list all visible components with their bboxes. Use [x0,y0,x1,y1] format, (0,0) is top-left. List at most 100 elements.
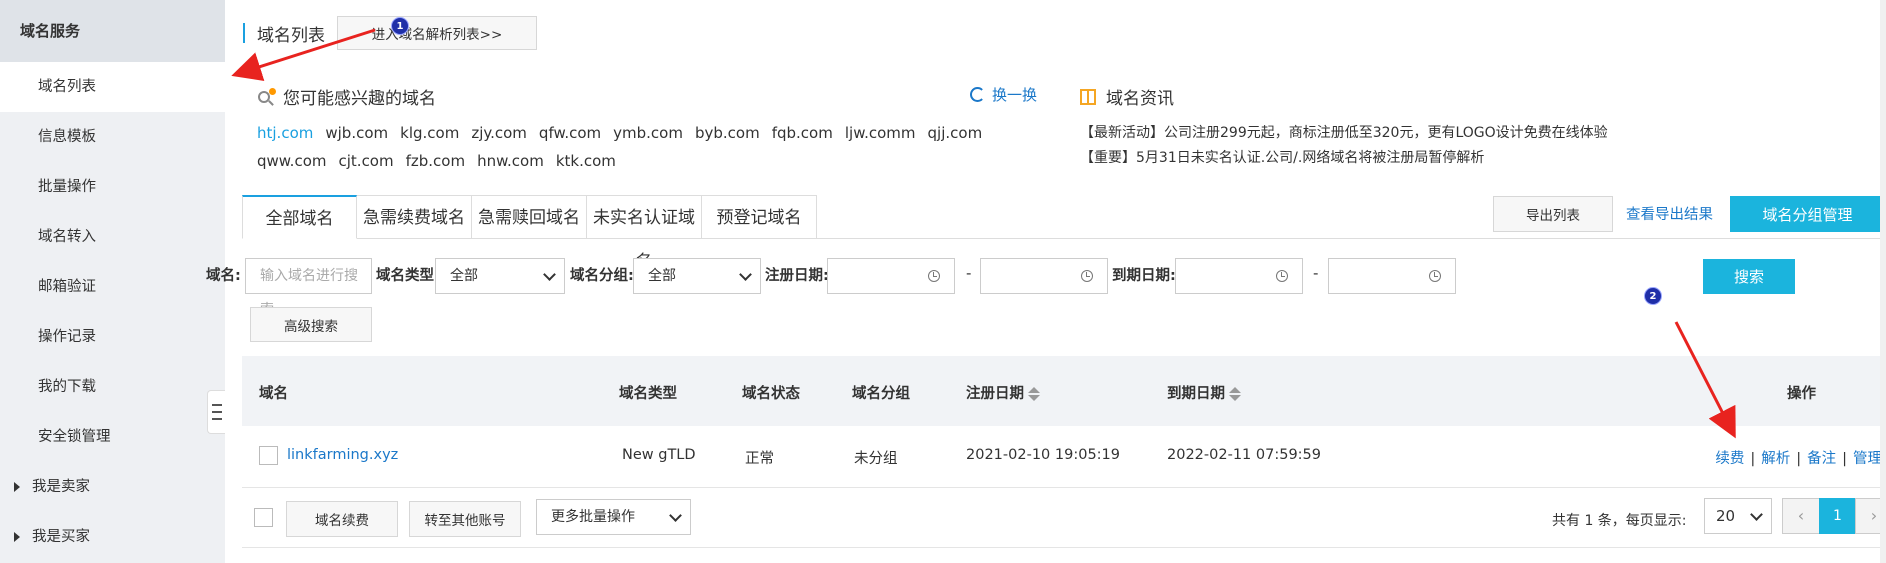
reg-date-start-input[interactable] [827,258,955,294]
news-item[interactable]: 【最新活动】公司注册299元起，商标注册低至320元，更有LOGO设计免费在线体… [1080,121,1780,146]
caret-right-icon [14,482,20,492]
clock-icon [1429,270,1441,282]
domain-group-cell: 未分组 [854,451,898,467]
select-all-checkbox[interactable] [254,508,273,527]
news-item[interactable]: 【重要】5月31日未实名认证.公司/.网络域名将被注册局暂停解析 [1080,146,1780,171]
chevron-down-icon [669,509,682,522]
sidebar-item-buyer[interactable]: 我是买家 [0,512,225,562]
suggest-domain-link[interactable]: qjj.com [928,121,983,145]
reg-date-cell: 2021-02-10 19:05:19 [966,447,1120,463]
tab-preregister[interactable]: 预登记域名 [702,195,817,239]
prev-page-button[interactable]: ‹ [1782,498,1820,534]
advanced-search-button[interactable]: 高级搜索 [250,307,372,342]
suggest-domain-link[interactable]: byb.com [695,121,760,145]
sidebar: 域名服务 域名列表 信息模板 批量操作 域名转入 邮箱验证 操作记录 我的下载 … [0,0,225,563]
page-scrollbar[interactable] [1880,0,1886,563]
clock-icon [1081,270,1093,282]
swap-label: 换一换 [991,86,1037,104]
goto-dns-list-button[interactable]: 进入域名解析列表>> [337,16,537,50]
annotation-badge-2: 2 [1644,287,1662,305]
col-exp-date-label: 到期日期 [1167,386,1225,402]
sidebar-item-info-template[interactable]: 信息模板 [0,112,225,162]
dns-resolve-link[interactable]: 解析 [1761,451,1790,467]
tab-all-domains[interactable]: 全部域名 [242,195,357,239]
sidebar-header: 域名服务 [0,0,225,62]
domain-filter-label: 域名: [206,268,241,284]
tab-unverified[interactable]: 未实名认证域名 [587,195,702,272]
suggest-domain-link[interactable]: fzb.com [406,149,465,173]
exp-date-label: 到期日期: [1112,268,1176,284]
sidebar-collapse-handle-icon[interactable] [207,390,225,434]
domain-type-value: 全部 [450,268,478,284]
suggest-domain-link[interactable]: klg.com [400,121,459,145]
suggest-domain-link[interactable]: htj.com [257,121,313,145]
domain-group-value: 全部 [648,268,676,284]
suggest-domain-link[interactable]: qww.com [257,149,327,173]
domain-type-label: 域名类型: [376,268,440,284]
suggest-domain-list: htj.com wjb.com klg.com zjy.com qfw.com … [257,121,1017,173]
suggest-domain-link[interactable]: qfw.com [539,121,601,145]
sort-icon[interactable] [1229,387,1241,401]
col-domain: 域名 [259,386,288,402]
batch-renew-button[interactable]: 域名续费 [286,501,398,537]
suggest-domain-link[interactable]: fqb.com [772,121,833,145]
domain-group-label: 域名分组: [570,268,634,284]
suggest-domain-link[interactable]: ymb.com [613,121,683,145]
export-list-button[interactable]: 导出列表 [1493,196,1613,232]
suggest-domain-link[interactable]: zjy.com [471,121,527,145]
exp-date-start-input[interactable] [1175,258,1303,294]
sidebar-item-domain-list[interactable]: 域名列表 [0,62,225,112]
news-header: 域名资讯 [1080,84,1780,109]
transfer-account-button[interactable]: 转至其他账号 [409,501,521,537]
col-status: 域名状态 [742,386,800,402]
suggest-domain-link[interactable]: ljw.comm [845,121,916,145]
page-number-current[interactable]: 1 [1819,498,1856,534]
table-footer: 域名续费 转至其他账号 更多批量操作 共有 1 条，每页显示: 20 ‹ 1 › [242,488,1886,548]
suggest-domain-link[interactable]: wjb.com [325,121,388,145]
exp-date-end-input[interactable] [1328,258,1456,294]
sidebar-item-downloads[interactable]: 我的下载 [0,362,225,412]
domain-group-select[interactable]: 全部 [633,258,761,294]
page-info: 共有 1 条，每页显示: [1552,513,1687,529]
sidebar-item-op-log[interactable]: 操作记录 [0,312,225,362]
renew-link[interactable]: 续费 [1715,451,1744,467]
more-batch-select[interactable]: 更多批量操作 [536,499,691,535]
sidebar-item-domain-transfer[interactable]: 域名转入 [0,212,225,262]
clock-icon [928,270,940,282]
suggest-domain-link[interactable]: ktk.com [556,149,616,173]
sidebar-item-batch-ops[interactable]: 批量操作 [0,162,225,212]
sidebar-item-security-lock[interactable]: 安全锁管理 [0,412,225,462]
table-row: linkfarming.xyz New gTLD 正常 未分组 2021-02-… [242,426,1886,488]
swap-button[interactable]: 换一换 [969,84,1037,105]
date-range-dash: - [966,264,972,282]
chevron-down-icon [543,268,556,281]
col-reg-date-label: 注册日期 [966,386,1024,402]
tab-need-renew[interactable]: 急需续费域名 [357,195,472,239]
domain-type-select[interactable]: 全部 [435,258,565,294]
suggest-domain-link[interactable]: cjt.com [339,149,394,173]
clock-icon [1276,270,1288,282]
tab-need-redeem[interactable]: 急需赎回域名 [472,195,587,239]
domain-tabs: 全部域名 急需续费域名 急需赎回域名 未实名认证域名 预登记域名 [242,195,817,272]
manage-link[interactable]: 管理 [1853,451,1882,467]
col-reg-date[interactable]: 注册日期 [966,382,1040,403]
row-checkbox[interactable] [259,446,278,465]
page-size-select[interactable]: 20 [1704,498,1772,534]
suggested-domains-panel: 您可能感兴趣的域名 换一换 htj.com wjb.com klg.com zj… [257,84,1037,173]
title-accent-bar [243,23,245,43]
domain-search-input[interactable]: 输入域名进行搜索 [245,258,372,318]
suggest-domain-link[interactable]: hnw.com [477,149,544,173]
search-hint-icon [257,87,277,107]
domain-name-link[interactable]: linkfarming.xyz [287,447,398,463]
sidebar-item-email-verify[interactable]: 邮箱验证 [0,262,225,312]
sidebar-item-seller[interactable]: 我是卖家 [0,462,225,512]
col-exp-date[interactable]: 到期日期 [1167,382,1241,403]
view-export-result-link[interactable]: 查看导出结果 [1626,203,1713,224]
gift-icon [1080,88,1096,105]
reg-date-end-input[interactable] [980,258,1108,294]
col-type: 域名类型 [619,386,677,402]
remark-link[interactable]: 备注 [1807,451,1836,467]
sort-icon[interactable] [1028,387,1040,401]
search-button[interactable]: 搜索 [1703,259,1795,294]
domain-group-manage-button[interactable]: 域名分组管理 [1730,196,1885,232]
